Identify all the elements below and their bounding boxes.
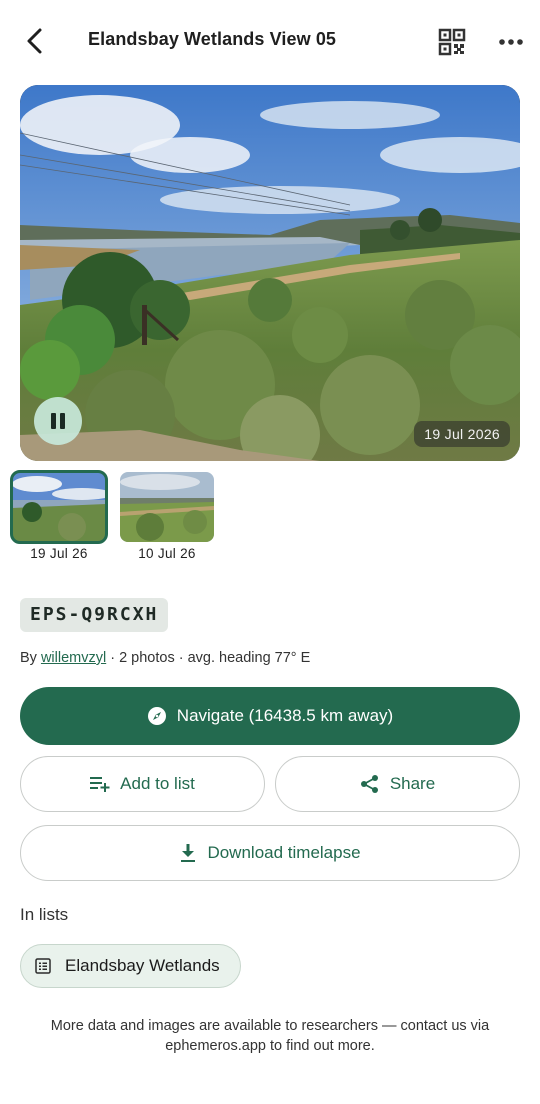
in-lists-heading: In lists [20, 905, 69, 924]
list-chip-elandsbay-wetlands[interactable]: Elandsbay Wetlands [20, 944, 241, 988]
arrow-back-icon [27, 28, 42, 54]
share-button[interactable]: Share [275, 756, 520, 812]
download-icon [181, 844, 196, 862]
navigate-button[interactable]: Navigate (16438.5 km away) [20, 687, 520, 745]
meta-stats: · 2 photos · avg. heading 77° E [106, 650, 311, 666]
add-to-list-button[interactable]: Add to list [20, 756, 265, 812]
add-to-list-label: Add to list [120, 774, 195, 793]
share-label: Share [389, 774, 436, 793]
download-label: Download timelapse [207, 843, 361, 862]
thumbnail-1[interactable] [10, 470, 108, 544]
pause-button[interactable] [34, 397, 82, 445]
back-button[interactable] [20, 26, 50, 56]
page-title: Elandsbay Wetlands View 05 [88, 29, 337, 49]
station-code: EPS-Q9RCXH [20, 598, 169, 632]
qr-code-icon [438, 28, 466, 56]
author-link[interactable]: willemvzyl [41, 650, 106, 666]
by-prefix: By [20, 650, 41, 666]
wetland-landscape-image [20, 85, 520, 461]
list-icon [35, 958, 51, 974]
photo-meta: By willemvzyl · 2 photos · avg. heading … [20, 650, 310, 666]
navigate-label: Navigate (16438.5 km away) [176, 706, 394, 725]
compass-icon [147, 707, 166, 725]
share-icon [360, 775, 378, 793]
more-options-button[interactable] [498, 32, 524, 52]
thumbnail-2[interactable] [120, 472, 214, 542]
photo-date-badge: 19 Jul 2026 [414, 421, 510, 447]
thumbnail-image [12, 472, 106, 542]
hero-photo[interactable]: 19 Jul 2026 [20, 85, 520, 461]
download-timelapse-button[interactable]: Download timelapse [20, 825, 520, 881]
qr-code-button[interactable] [438, 28, 466, 56]
thumbnail-date: 19 Jul 26 [30, 546, 88, 561]
more-horizontal-icon [499, 39, 523, 45]
playlist-add-icon [90, 777, 110, 792]
footer-note: More data and images are available to re… [50, 1018, 490, 1054]
thumbnail-date: 10 Jul 26 [138, 546, 196, 561]
app-bar: Elandsbay Wetlands View 05 [0, 0, 540, 84]
thumbnail-image [120, 472, 214, 542]
list-chip-label: Elandsbay Wetlands [65, 956, 220, 975]
